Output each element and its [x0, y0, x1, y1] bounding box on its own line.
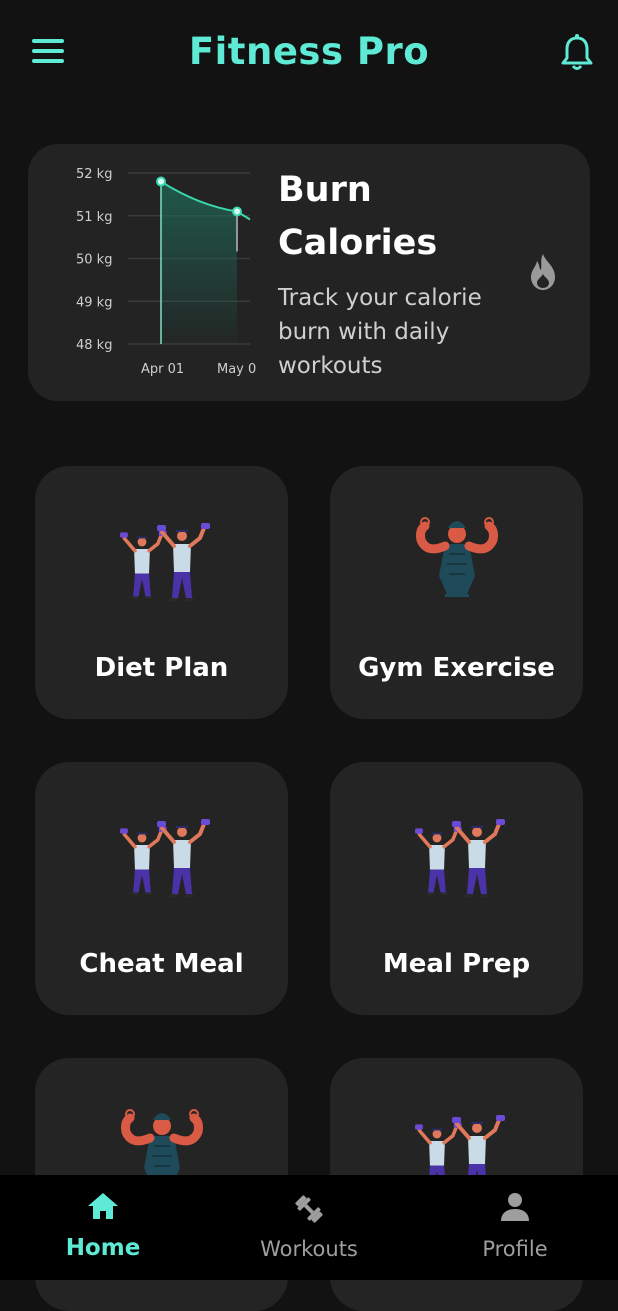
- dumbbell-duo-illustration: [397, 810, 517, 910]
- nav-profile[interactable]: Profile: [412, 1175, 618, 1280]
- flame-icon: [531, 254, 555, 290]
- chart-point: [232, 206, 242, 217]
- nav-label: Home: [65, 1235, 141, 1261]
- card-label: Diet Plan: [94, 653, 229, 683]
- card-label: Cheat Meal: [79, 949, 244, 979]
- chart-y-tick: 51 kg: [76, 210, 112, 225]
- chart-y-tick: 49 kg: [76, 295, 112, 310]
- card-diet-plan[interactable]: Diet Plan: [35, 466, 288, 719]
- person-icon: [501, 1193, 529, 1221]
- card-label: Gym Exercise: [358, 653, 555, 683]
- burn-calories-card[interactable]: 52 kg 51 kg 50 kg 49 kg 48 kg Apr 01 May 0 Bu…: [28, 144, 590, 401]
- dumbbell-duo-illustration: [102, 810, 222, 910]
- nav-workouts[interactable]: Workouts: [206, 1175, 412, 1280]
- hero-title: Burn Calories: [278, 170, 438, 263]
- chart-x-tick: Apr 01: [141, 362, 184, 377]
- chart-point: [156, 176, 166, 187]
- chart-y-tick: 50 kg: [76, 253, 112, 268]
- chart-y-tick: 52 kg: [76, 167, 112, 182]
- chart-y-tick: 48 kg: [76, 338, 112, 353]
- home-icon: [88, 1193, 118, 1219]
- card-label: Meal Prep: [382, 949, 531, 979]
- weight-chart: 52 kg 51 kg 50 kg 49 kg 48 kg Apr 01 May 0: [76, 167, 256, 377]
- hero-subtitle: Track your calorie burn with daily worko…: [278, 285, 482, 379]
- nav-label: Profile: [482, 1237, 548, 1261]
- chart-area: [161, 181, 237, 344]
- app-bar: Fitness Pro: [0, 0, 618, 105]
- app-title: Fitness Pro: [188, 30, 430, 73]
- chart-x-tick: May 0: [217, 362, 256, 377]
- dumbbell-icon: [295, 1195, 323, 1223]
- notification-bell-icon[interactable]: [560, 34, 594, 72]
- card-meal-prep[interactable]: Meal Prep: [330, 762, 583, 1015]
- card-gym-exercise[interactable]: Gym Exercise: [330, 466, 583, 719]
- card-cheat-meal[interactable]: Cheat Meal: [35, 762, 288, 1015]
- bottom-nav: Home Workouts Profile: [0, 1175, 618, 1280]
- nav-label: Workouts: [260, 1237, 358, 1261]
- dumbbell-duo-illustration: [102, 514, 222, 614]
- nav-home[interactable]: Home: [0, 1175, 206, 1280]
- flexing-man-illustration: [397, 514, 517, 614]
